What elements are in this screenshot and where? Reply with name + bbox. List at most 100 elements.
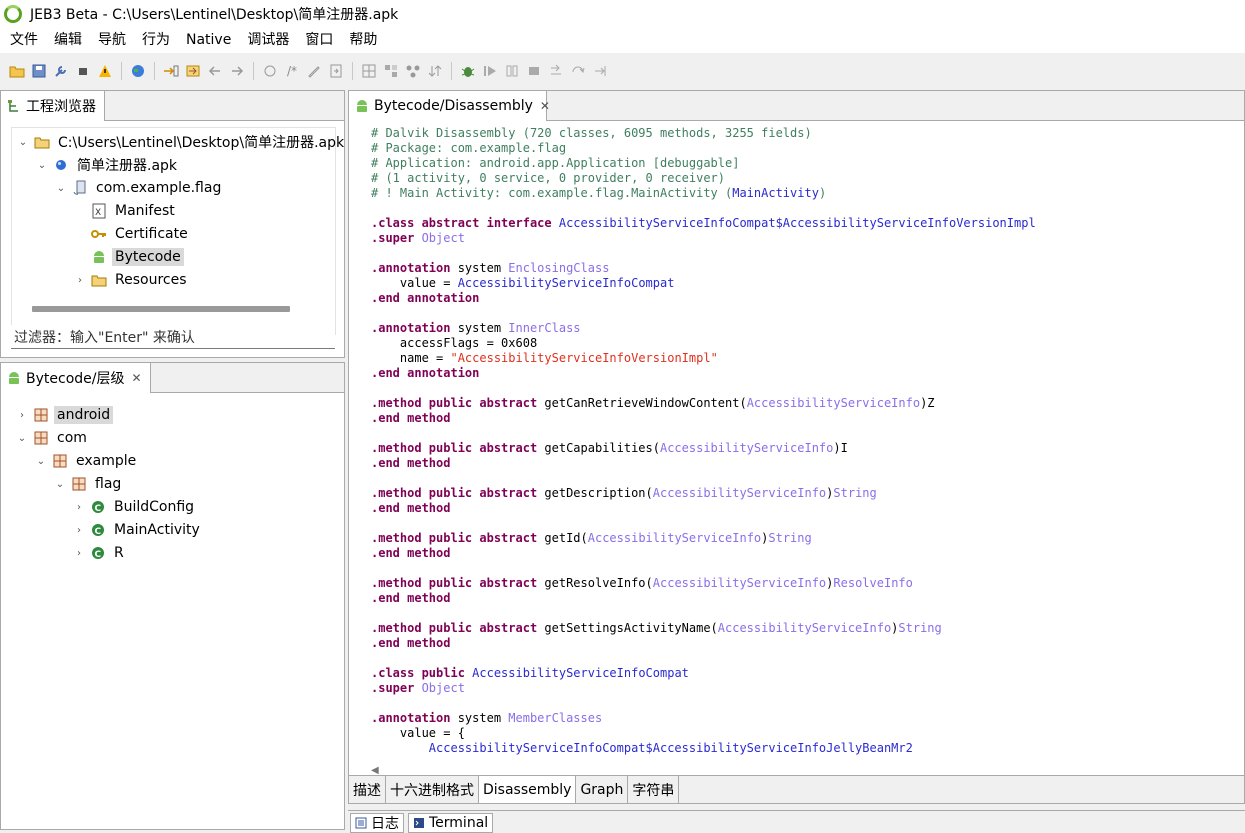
save-icon[interactable] [30, 62, 48, 80]
code-line[interactable]: .end annotation [371, 366, 1244, 381]
globe-icon[interactable] [129, 62, 147, 80]
code-token[interactable]: MainActivity [732, 186, 819, 200]
code-line[interactable] [371, 381, 1244, 396]
code-token[interactable]: ) [819, 186, 826, 200]
code-token[interactable]: )Z [920, 396, 934, 410]
code-token[interactable]: AccessibilityServiceInfo [718, 621, 891, 635]
code-token[interactable]: EnclosingClass [508, 261, 609, 275]
code-token[interactable]: accessFlags = 0x608 [371, 336, 537, 350]
tree-row-root[interactable]: ⌄ C:\Users\Lentinel\Desktop\简单注册器.apk [16, 131, 347, 153]
disassembly-code-view[interactable]: # Dalvik Disassembly (720 classes, 6095 … [371, 126, 1244, 763]
menu-help[interactable]: 帮助 [341, 28, 385, 53]
grid-icon[interactable] [360, 62, 378, 80]
menu-navigate[interactable]: 导航 [90, 28, 134, 53]
menu-file[interactable]: 文件 [2, 28, 46, 53]
tab-terminal[interactable]: Terminal [408, 813, 494, 833]
tree-row-manifest[interactable]: X Manifest [73, 200, 178, 222]
nodes-icon[interactable] [404, 62, 422, 80]
chevron-right-icon[interactable]: › [72, 548, 86, 559]
code-line[interactable]: .method public abstract getCapabilities(… [371, 441, 1244, 456]
code-token[interactable]: .super [371, 231, 422, 245]
menu-action[interactable]: 行为 [134, 28, 178, 53]
code-line[interactable] [371, 471, 1244, 486]
code-line[interactable]: .class abstract interface AccessibilityS… [371, 216, 1244, 231]
code-token[interactable]: AccessibilityServiceInfoCompat [472, 666, 689, 680]
tree-row-mainactivity[interactable]: › C MainActivity [72, 519, 203, 541]
tab-project-explorer[interactable]: 工程浏览器 [1, 91, 105, 121]
code-token[interactable]: getResolveInfo( [544, 576, 652, 590]
tree-row-certificate[interactable]: Certificate [73, 223, 191, 245]
code-token[interactable]: Object [422, 231, 465, 245]
tree-row-apk[interactable]: ⌄ 简单注册器.apk [35, 154, 180, 176]
structure-icon[interactable] [382, 62, 400, 80]
sort-icon[interactable] [426, 62, 444, 80]
tree-row-package[interactable]: ⌄ com.example.flag [54, 177, 224, 199]
chevron-down-icon[interactable]: ⌄ [54, 183, 68, 194]
code-token[interactable]: .end method [371, 456, 450, 470]
close-icon[interactable]: ✕ [131, 371, 141, 385]
code-line[interactable]: value = { [371, 726, 1244, 741]
code-token[interactable]: String [833, 486, 876, 500]
back-arrow-icon[interactable] [206, 62, 224, 80]
tree-row-android[interactable]: › android [15, 404, 114, 426]
chevron-right-icon[interactable]: › [72, 525, 86, 536]
code-token[interactable]: AccessibilityServiceInfo [747, 396, 920, 410]
code-token[interactable]: # (1 activity, 0 service, 0 provider, 0 … [371, 171, 725, 185]
code-token[interactable]: .end method [371, 591, 450, 605]
code-token[interactable]: )I [833, 441, 847, 455]
tree-row-example[interactable]: ⌄ example [34, 450, 139, 472]
code-line[interactable] [371, 651, 1244, 666]
code-token[interactable]: Object [422, 681, 465, 695]
step-over-icon[interactable] [569, 62, 587, 80]
menu-edit[interactable]: 编辑 [46, 28, 90, 53]
code-line[interactable]: .annotation system InnerClass [371, 321, 1244, 336]
tab-strings[interactable]: 字符串 [628, 776, 680, 803]
code-line[interactable]: # ! Main Activity: com.example.flag.Main… [371, 186, 1244, 201]
code-line[interactable]: .method public abstract getSettingsActiv… [371, 621, 1244, 636]
code-token[interactable]: AccessibilityServiceInfoCompat$Accessibi… [559, 216, 1036, 230]
code-line[interactable]: .method public abstract getId(Accessibil… [371, 531, 1244, 546]
code-line[interactable]: .class public AccessibilityServiceInfoCo… [371, 666, 1244, 681]
forward-arrow-icon[interactable] [228, 62, 246, 80]
code-line[interactable]: .end method [371, 456, 1244, 471]
code-line[interactable]: .end method [371, 411, 1244, 426]
stop-icon[interactable] [525, 62, 543, 80]
code-line[interactable]: .annotation system EnclosingClass [371, 261, 1244, 276]
code-token[interactable]: AccessibilityServiceInfo [653, 576, 826, 590]
code-line[interactable]: .super Object [371, 231, 1244, 246]
code-token[interactable]: MemberClasses [508, 711, 602, 725]
code-token[interactable]: getSettingsActivityName( [544, 621, 717, 635]
close-icon[interactable]: ✕ [540, 99, 550, 113]
code-token[interactable]: AccessibilityServiceInfoCompat [458, 276, 675, 290]
code-line[interactable]: .method public abstract getDescription(A… [371, 486, 1244, 501]
code-token[interactable]: getCanRetrieveWindowContent( [544, 396, 746, 410]
code-line[interactable]: value = AccessibilityServiceInfoCompat [371, 276, 1244, 291]
code-line[interactable]: .method public abstract getResolveInfo(A… [371, 576, 1244, 591]
code-line[interactable] [371, 606, 1244, 621]
code-line[interactable]: .end annotation [371, 291, 1244, 306]
tab-graph[interactable]: Graph [576, 776, 629, 803]
tree-row-com[interactable]: ⌄ com [15, 427, 90, 449]
code-line[interactable]: .end method [371, 636, 1244, 651]
tab-hierarchy[interactable]: Bytecode/层级 ✕ [1, 363, 151, 393]
code-token[interactable]: .method public abstract [371, 531, 544, 545]
debug-bug-icon[interactable] [459, 62, 477, 80]
tab-description[interactable]: 描述 [349, 776, 386, 803]
chevron-down-icon[interactable]: ⌄ [15, 433, 29, 444]
code-token[interactable]: AccessibilityServiceInfo [660, 441, 833, 455]
code-line[interactable]: name = "AccessibilityServiceInfoVersionI… [371, 351, 1244, 366]
pause-icon[interactable] [503, 62, 521, 80]
chevron-down-icon[interactable]: ⌄ [16, 137, 30, 148]
filter-field[interactable]: 过滤器：输入"Enter" 来确认 [11, 325, 335, 349]
code-token[interactable]: .end annotation [371, 366, 479, 380]
code-line[interactable]: .method public abstract getCanRetrieveWi… [371, 396, 1244, 411]
code-line[interactable]: # Dalvik Disassembly (720 classes, 6095 … [371, 126, 1244, 141]
tab-bytecode-disassembly[interactable]: Bytecode/Disassembly ✕ [349, 91, 550, 121]
code-line[interactable] [371, 426, 1244, 441]
code-line[interactable] [371, 201, 1244, 216]
code-token[interactable]: .end method [371, 546, 450, 560]
tab-disassembly[interactable]: Disassembly [479, 776, 577, 803]
menu-window[interactable]: 窗口 [297, 28, 341, 53]
code-token[interactable]: .annotation [371, 321, 458, 335]
code-token[interactable]: value = { [371, 726, 465, 740]
